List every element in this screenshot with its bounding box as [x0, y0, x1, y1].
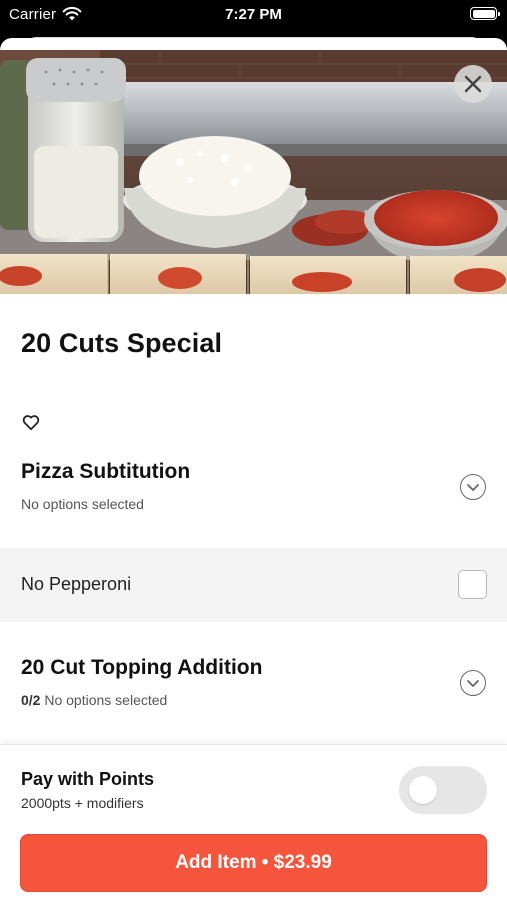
expand-button[interactable]	[460, 670, 486, 696]
option-group-pizza-substitution[interactable]: Pizza Subtitution No options selected	[0, 442, 507, 542]
item-photo-illustration	[0, 50, 507, 294]
favorite-heart-icon[interactable]	[22, 414, 40, 431]
option-count: 0/2	[21, 692, 41, 708]
close-icon	[464, 75, 482, 93]
item-photo	[0, 50, 507, 294]
option-group-status: No options selected	[21, 496, 144, 512]
option-group-topping-addition[interactable]: 20 Cut Topping Addition 0/2 No options s…	[0, 638, 507, 738]
option-group-title: 20 Cut Topping Addition	[21, 656, 263, 679]
battery-icon	[470, 7, 500, 20]
modifier-label: No Pepperoni	[21, 574, 132, 594]
modifier-row-no-pepperoni[interactable]: No Pepperoni	[0, 548, 507, 622]
checkout-footer: Pay with Points 2000pts + modifiers Add …	[0, 744, 507, 900]
pay-with-points-toggle[interactable]	[399, 766, 487, 814]
option-group-status: 0/2 No options selected	[21, 692, 167, 708]
chevron-down-icon	[467, 484, 479, 491]
option-group-title: Pizza Subtitution	[21, 460, 191, 483]
item-detail-sheet: 20 Cuts Special Pizza Subtitution No opt…	[0, 38, 507, 900]
points-cost: 2000pts + modifiers	[21, 795, 144, 811]
option-status-text: No options selected	[44, 692, 168, 708]
expand-button[interactable]	[460, 474, 486, 500]
clock: 7:27 PM	[225, 6, 282, 23]
add-item-button[interactable]: Add Item • $23.99	[20, 834, 487, 892]
toggle-knob	[409, 776, 437, 804]
close-button[interactable]	[454, 65, 492, 103]
item-title: 20 Cuts Special	[21, 328, 223, 358]
chevron-down-icon	[467, 680, 479, 687]
modifier-checkbox[interactable]	[458, 570, 487, 599]
status-bar: Carrier 7:27 PM	[0, 0, 507, 30]
pay-with-points-label: Pay with Points	[21, 769, 155, 789]
item-title-section: 20 Cuts Special	[21, 328, 222, 359]
